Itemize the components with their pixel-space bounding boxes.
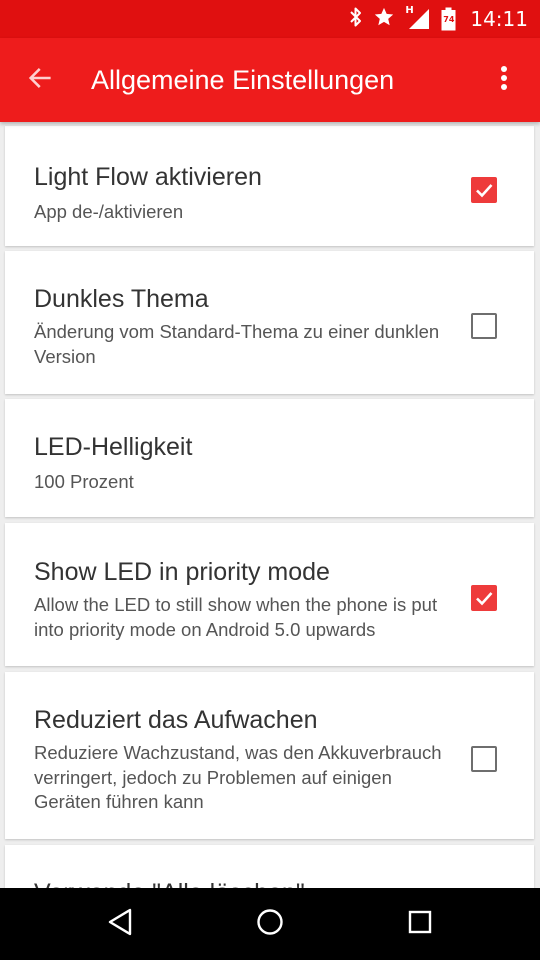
settings-list: Light Flow aktivieren App de-/aktivieren… [0,122,540,888]
setting-summary: 100 Prozent [34,471,134,492]
arrow-back-icon [26,64,54,96]
checkmark-icon [476,592,493,606]
dark-theme-checkbox[interactable] [471,313,497,339]
setting-summary: App de-/aktivieren [34,201,184,222]
home-circle-icon [255,907,285,941]
setting-title: Reduziert das Aufwachen [34,706,318,734]
setting-led-brightness[interactable]: LED-Helligkeit 100 Prozent [5,399,534,517]
bluetooth-icon [349,6,363,32]
setting-dark-theme[interactable]: Dunkles Thema Änderung vom Standard-Them… [5,251,534,394]
setting-summary: Reduziere Wachzustand, was den Akkuverbr… [34,742,442,812]
setting-title: Dunkles Thema [34,285,209,313]
setting-light-flow-enable[interactable]: Light Flow aktivieren App de-/aktivieren [5,126,534,246]
app-bar: Allgemeine Einstellungen [0,38,540,122]
led-priority-checkbox[interactable] [471,585,497,611]
checkmark-icon [476,184,493,198]
setting-title: Verwende "Alle löschen" [34,879,305,888]
network-type-label: H [405,5,414,16]
overflow-menu-button[interactable] [486,58,522,102]
signal-icon: H [405,5,431,31]
setting-use-clear-all[interactable]: Verwende "Alle löschen" [5,845,534,888]
back-triangle-icon [106,907,134,941]
page-title: Allgemeine Einstellungen [91,65,395,95]
navigation-bar [0,888,540,960]
battery-icon: 74 [441,7,456,31]
more-vert-icon [500,65,508,95]
star-icon [373,6,395,32]
nav-home-button[interactable] [246,900,294,948]
reduce-wakeups-checkbox[interactable] [471,746,497,772]
nav-back-button[interactable] [96,900,144,948]
status-icons: H 74 14:11 [349,0,528,38]
recents-square-icon [407,909,433,939]
back-button[interactable] [18,58,62,102]
light-flow-checkbox[interactable] [471,177,497,203]
setting-led-priority-mode[interactable]: Show LED in priority mode Allow the LED … [5,523,534,666]
setting-title: LED-Helligkeit [34,433,193,461]
setting-title: Show LED in priority mode [34,558,330,586]
setting-title: Light Flow aktivieren [34,163,262,191]
setting-summary: Allow the LED to still show when the pho… [34,594,438,640]
status-time: 14:11 [470,7,528,31]
setting-reduce-wakeups[interactable]: Reduziert das Aufwachen Reduziere Wachzu… [5,672,534,839]
battery-level-label: 74 [443,15,455,24]
status-bar: H 74 14:11 [0,0,540,38]
nav-recents-button[interactable] [396,900,444,948]
setting-summary: Änderung vom Standard-Thema zu einer dun… [34,321,440,367]
